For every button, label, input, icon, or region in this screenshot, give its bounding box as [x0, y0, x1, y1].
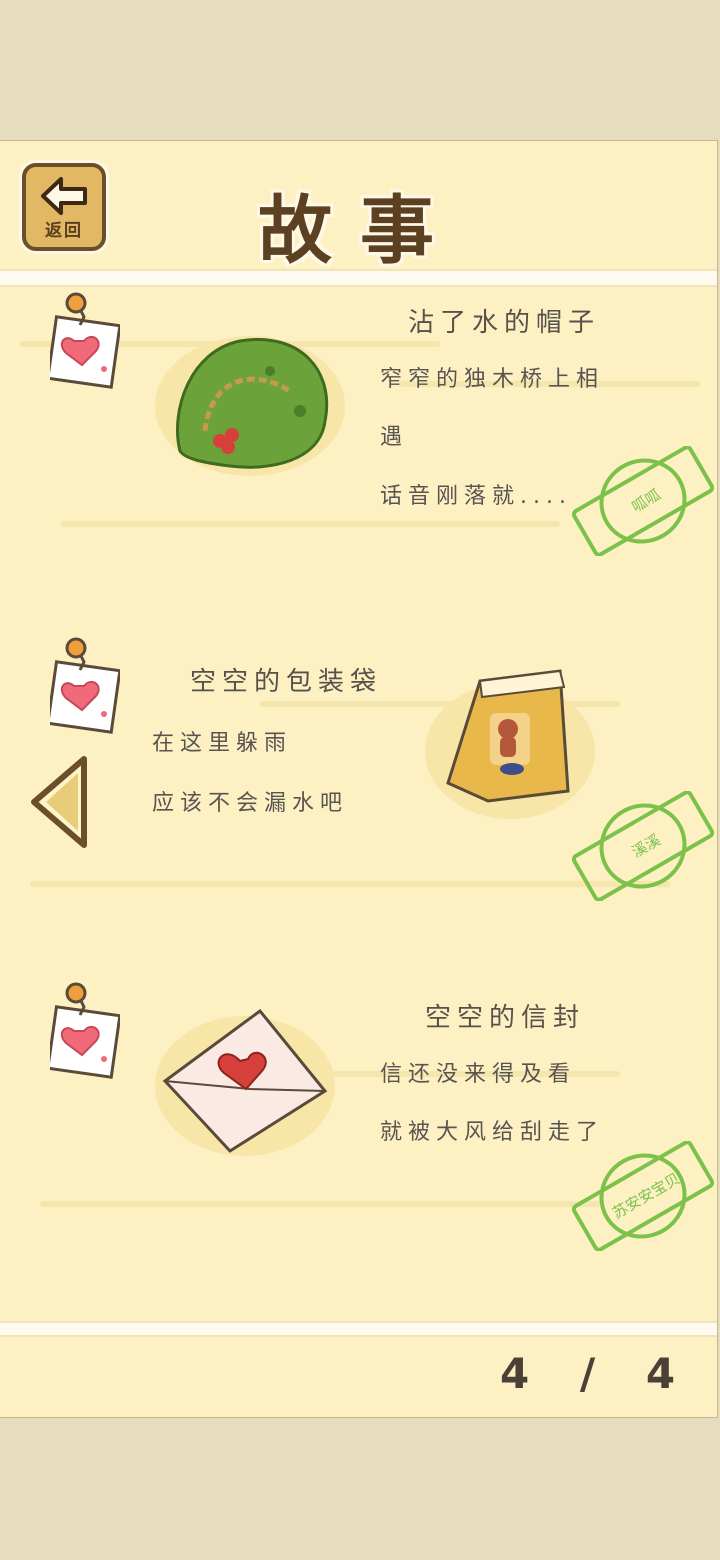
author-stamp: 呱呱 — [568, 445, 717, 557]
page-title: 故事 — [258, 188, 462, 274]
story-panel: 返回 故事 沾了水的帽子 窄窄的独木桥上相 遇 话音刚落就.... 呱呱 空空的… — [0, 140, 718, 1418]
page-indicator: 4 / 4 — [500, 1349, 675, 1398]
heart-card-icon — [50, 292, 120, 389]
previous-page-arrow-icon[interactable] — [28, 753, 90, 851]
story-line: 在这里躲雨 — [152, 731, 293, 756]
page-separator: / — [579, 1349, 614, 1398]
back-button-label: 返回 — [45, 221, 83, 241]
story-title: 空空的包装袋 — [190, 667, 383, 697]
story-line: 信还没来得及看 — [380, 1062, 577, 1087]
author-stamp: 溪溪 — [568, 790, 717, 902]
story-title: 沾了水的帽子 — [408, 308, 601, 338]
story-line: 窄窄的独木桥上相 — [380, 367, 605, 392]
back-arrow-icon — [41, 177, 87, 215]
envelope-icon — [155, 1008, 335, 1156]
story-line: 话音刚落就.... — [380, 484, 572, 509]
heart-card-icon — [50, 637, 120, 734]
story-line: 遇 — [380, 425, 409, 450]
story-item[interactable]: 沾了水的帽子 窄窄的独木桥上相 遇 话音刚落就.... 呱呱 — [0, 286, 717, 606]
wet-hat-icon — [155, 336, 345, 476]
current-page: 4 — [500, 1349, 548, 1398]
story-item[interactable]: 空空的包装袋 在这里躲雨 应该不会漏水吧 溪溪 — [0, 631, 717, 951]
footer-divider — [0, 1321, 717, 1337]
story-item[interactable]: 空空的信封 信还没来得及看 就被大风给刮走了 苏安安宝贝 — [0, 981, 717, 1301]
story-line: 应该不会漏水吧 — [152, 791, 349, 816]
total-pages: 4 — [645, 1349, 694, 1398]
author-stamp: 苏安安宝贝 — [568, 1140, 717, 1252]
back-button[interactable]: 返回 — [22, 163, 106, 251]
story-title: 空空的信封 — [425, 1003, 586, 1033]
heart-card-icon — [50, 982, 120, 1079]
